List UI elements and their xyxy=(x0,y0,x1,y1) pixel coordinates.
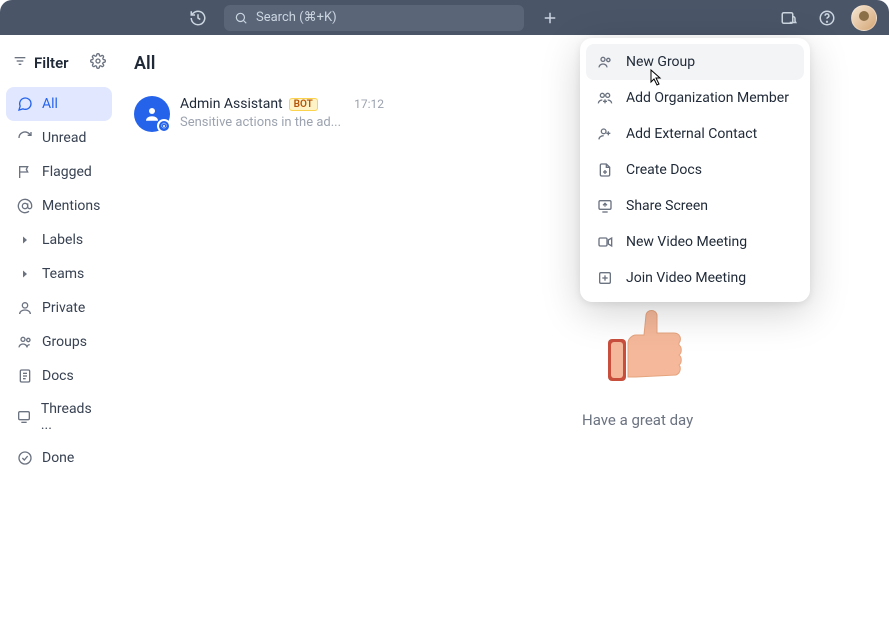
chat-info: Admin Assistant BOT 17:12 Sensitive acti… xyxy=(180,96,384,132)
sidebar-item-labels[interactable]: Labels xyxy=(6,223,112,257)
sidebar-item-label: All xyxy=(42,96,58,112)
help-icon[interactable] xyxy=(813,4,841,32)
top-bar: Search (⌘+K) xyxy=(0,0,889,35)
add-contact-icon xyxy=(596,125,614,143)
menu-item-add-org-member[interactable]: Add Organization Member xyxy=(586,80,804,116)
menu-item-label: New Group xyxy=(626,54,695,70)
search-icon xyxy=(234,11,248,25)
history-icon[interactable] xyxy=(184,4,212,32)
sidebar-item-mentions[interactable]: Mentions xyxy=(6,189,112,223)
sidebar-item-label: Docs xyxy=(42,368,74,384)
filter-settings-icon[interactable] xyxy=(90,53,106,73)
sidebar-item-all[interactable]: All xyxy=(6,87,112,121)
menu-item-label: New Video Meeting xyxy=(626,234,747,250)
sidebar-item-label: Done xyxy=(42,450,74,466)
chat-preview: Sensitive actions in the ad... xyxy=(180,115,384,130)
person-icon xyxy=(16,299,34,317)
chevron-right-icon xyxy=(16,265,34,283)
search-placeholder: Search (⌘+K) xyxy=(256,10,337,25)
chat-time: 17:12 xyxy=(354,97,384,111)
list-title: All xyxy=(128,49,390,90)
doc-icon xyxy=(16,367,34,385)
sidebar-item-label: Flagged xyxy=(42,164,92,180)
filter-label: Filter xyxy=(34,54,84,72)
menu-item-new-group[interactable]: New Group xyxy=(586,44,804,80)
topbar-left-region xyxy=(12,4,212,32)
chat-list-pane: All Admin Assistant BOT 17:12 Sensitive … xyxy=(118,35,400,628)
sidebar-item-unread[interactable]: Unread xyxy=(6,121,112,155)
notification-settings-icon[interactable] xyxy=(775,4,803,32)
menu-item-join-video-meeting[interactable]: Join Video Meeting xyxy=(586,260,804,296)
group-icon xyxy=(596,53,614,71)
menu-item-label: Add Organization Member xyxy=(626,90,789,106)
sidebar-item-groups[interactable]: Groups xyxy=(6,325,112,359)
thread-icon xyxy=(16,408,33,426)
menu-item-label: Join Video Meeting xyxy=(626,270,746,286)
create-doc-icon xyxy=(596,161,614,179)
menu-item-label: Share Screen xyxy=(626,198,708,214)
chat-row[interactable]: Admin Assistant BOT 17:12 Sensitive acti… xyxy=(128,90,390,138)
add-button[interactable] xyxy=(536,4,564,32)
topbar-right-region xyxy=(775,4,877,32)
bot-badge: BOT xyxy=(289,98,318,111)
user-avatar[interactable] xyxy=(851,5,877,31)
video-icon xyxy=(596,233,614,251)
search-input[interactable]: Search (⌘+K) xyxy=(224,5,524,31)
flag-icon xyxy=(16,163,34,181)
chat-top-row: Admin Assistant BOT 17:12 xyxy=(180,96,384,112)
check-circle-icon xyxy=(16,449,34,467)
at-icon xyxy=(16,197,34,215)
sidebar-item-label: Threads ... xyxy=(41,401,102,433)
chat-name: Admin Assistant xyxy=(180,96,283,112)
menu-item-label: Create Docs xyxy=(626,162,702,178)
sidebar-item-teams[interactable]: Teams xyxy=(6,257,112,291)
sidebar-item-label: Private xyxy=(42,300,85,316)
people-icon xyxy=(16,333,34,351)
sidebar-item-flagged[interactable]: Flagged xyxy=(6,155,112,189)
sidebar-item-done[interactable]: Done xyxy=(6,441,112,475)
sidebar-item-label: Groups xyxy=(42,334,87,350)
sidebar: Filter All Unread Flagged Mentions Label… xyxy=(0,35,118,628)
org-member-icon xyxy=(596,89,614,107)
add-menu-dropdown: New Group Add Organization Member Add Ex… xyxy=(580,38,810,302)
filter-header: Filter xyxy=(6,47,112,87)
filter-icon xyxy=(12,53,28,73)
sidebar-item-threads[interactable]: Threads ... xyxy=(6,393,112,441)
menu-item-create-docs[interactable]: Create Docs xyxy=(586,152,804,188)
thumbs-up-illustration xyxy=(600,305,690,385)
chat-avatar xyxy=(134,96,170,132)
chevron-right-icon xyxy=(16,231,34,249)
join-meeting-icon xyxy=(596,269,614,287)
share-screen-icon xyxy=(596,197,614,215)
sidebar-item-docs[interactable]: Docs xyxy=(6,359,112,393)
sidebar-item-private[interactable]: Private xyxy=(6,291,112,325)
sidebar-item-label: Mentions xyxy=(42,198,100,214)
chat-icon xyxy=(16,95,34,113)
menu-item-share-screen[interactable]: Share Screen xyxy=(586,188,804,224)
menu-item-label: Add External Contact xyxy=(626,126,757,142)
greeting-text: Have a great day xyxy=(582,411,889,429)
sidebar-item-label: Labels xyxy=(42,232,83,248)
sidebar-item-label: Unread xyxy=(42,130,86,146)
menu-item-add-external-contact[interactable]: Add External Contact xyxy=(586,116,804,152)
bot-gear-badge-icon xyxy=(157,119,171,133)
sidebar-item-label: Teams xyxy=(42,266,84,282)
refresh-icon xyxy=(16,129,34,147)
menu-item-new-video-meeting[interactable]: New Video Meeting xyxy=(586,224,804,260)
